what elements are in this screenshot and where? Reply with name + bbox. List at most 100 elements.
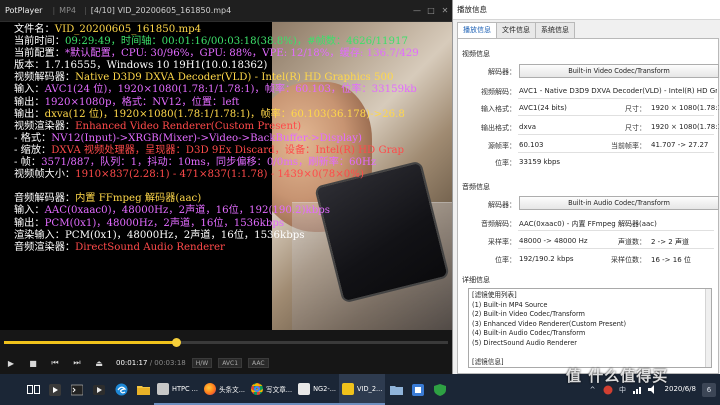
title-separator: | (52, 6, 56, 15)
bitrate-label: 位率： (495, 159, 516, 167)
network-icon-glyph (632, 387, 641, 394)
input-size-label: 尺寸： (625, 105, 646, 113)
stop-icon[interactable]: ■ (22, 356, 44, 370)
osd-line-audio-renderer: 音频渲染器：DirectSound Audio Renderer (14, 241, 225, 253)
panel-tabs: 播放信息 文件信息 系统信息 (457, 22, 575, 39)
folder-icon (136, 386, 150, 395)
hw-decode-badge[interactable]: H/W (191, 358, 213, 368)
previous-icon[interactable]: ⏮ (44, 356, 66, 370)
notification-badge[interactable]: 6 (702, 382, 716, 397)
taskbar-app-label: VID_2... (357, 384, 383, 393)
taskbar-clock[interactable]: 2020/6/8 (665, 385, 696, 394)
window-controls: — □ ✕ (410, 6, 452, 15)
audio-codec-value: AAC(0xaac0) - 内置 FFmpeg 解码器(aac) (519, 220, 657, 228)
taskbar-app-label: HTPC ... (172, 384, 198, 393)
volume-icon[interactable] (647, 385, 659, 395)
osd-line-audio-render-input: 渲染输入：PCM(0x1)，48000Hz，2声道，16位，1536kbps (14, 229, 305, 241)
detail-line: [滤镜使用列表] (472, 291, 517, 299)
video-decoder-label: 解码器： (488, 68, 516, 76)
detail-line: (2) Built-in Video Codec/Transform (472, 310, 585, 319)
time-separator: / (149, 359, 153, 367)
tray-app-icon[interactable] (602, 385, 614, 395)
osd-line-video-input: 输入：AVC1(24 位)，1920×1080(1.78:1/1.78:1)，帧… (14, 84, 417, 96)
network-icon[interactable] (632, 385, 644, 395)
taskbar-app-ng2[interactable]: NG2-... (295, 374, 340, 405)
current-fps-label: 当前帧率： (611, 142, 646, 150)
window-title: [4/10] VID_20200605_161850.mp4 (90, 6, 232, 15)
audio-decoder-button[interactable]: Built-in Audio Codec/Transform (519, 196, 719, 210)
video-decoder-button[interactable]: Built-in Video Codec/Transform (519, 64, 719, 78)
taskbar-pin-security[interactable] (429, 374, 451, 405)
input-size-value: 1920 × 1080(1.78:1) (651, 104, 719, 112)
potplayer-icon (342, 382, 355, 395)
taskbar-pin-edge[interactable] (110, 374, 132, 405)
taskbar-pin-player[interactable] (88, 374, 110, 405)
ime-indicator[interactable]: 中 (617, 385, 629, 395)
seek-bar-handle[interactable] (172, 338, 182, 347)
video-area[interactable]: 文件名：VID_20200605_161850.mp4 当前时间：09:29:4… (0, 22, 452, 330)
output-size-label: 尺寸： (625, 124, 646, 132)
osd-line-spacer (14, 181, 452, 193)
detail-line: (3) Enhanced Video Renderer(Custom Prese… (472, 319, 627, 328)
source-fps-value: 60.103 (519, 141, 544, 149)
detail-line: (4) Built-in Audio Codec/Transform (472, 329, 586, 338)
panel-title: 播放信息 (453, 0, 720, 20)
tab-system-info[interactable]: 系统信息 (535, 22, 575, 38)
audio-codec-label: 音频解码： (481, 220, 516, 228)
detail-textbox[interactable]: [滤镜使用列表] (1) Built-in MP4 Source (2) Bui… (468, 288, 712, 368)
osd-line-filename: 文件名：VID_20200605_161850.mp4 (14, 24, 202, 35)
audio-bitrate-value: 192/190.2 kbps (519, 255, 574, 263)
sample-rate-value: 48000 -> 48000 Hz (519, 237, 588, 245)
video-codec-badge[interactable]: AVC1 (218, 358, 243, 368)
taskbar-app-vid[interactable]: VID_2... (339, 374, 386, 405)
osd-line-video-output2: 输出：dxva(12 位)，1920×1080(1.78:1/1.78:1)，帧… (14, 108, 405, 120)
seek-bar[interactable] (4, 338, 448, 347)
maximize-icon[interactable]: □ (424, 6, 438, 15)
clock-date: 2020/6/8 (664, 385, 696, 393)
folder-icon (389, 386, 403, 395)
play-icon[interactable]: ▶ (0, 356, 22, 370)
current-fps-value: 41.707 -> 27.27 (651, 141, 709, 149)
audio-codec-badge[interactable]: AAC (248, 358, 269, 368)
next-icon[interactable]: ⏭ (66, 356, 88, 370)
osd-line-time: 当前时间：09:29:49，时间轴：00:01:16/00:03:18(38.8… (14, 36, 408, 48)
task-view-icon (26, 385, 40, 394)
taskbar-app-firefox[interactable]: 头条文... (200, 374, 249, 405)
taskbar-pin-explorer[interactable] (132, 374, 154, 405)
channels-value: 2 -> 2 声道 (651, 238, 689, 246)
task-view-button[interactable] (22, 374, 44, 405)
tab-playback-info[interactable]: 播放信息 (457, 22, 497, 39)
sample-bits-label: 采样位数： (611, 256, 646, 264)
tray-overflow-icon[interactable]: ^ (587, 385, 599, 395)
media-player-icon (49, 383, 61, 396)
minimize-icon[interactable]: — (410, 6, 424, 15)
tool-icon (412, 383, 425, 396)
close-icon[interactable]: ✕ (438, 6, 452, 15)
app-menu-button[interactable]: PotPlayer (0, 6, 48, 15)
shield-icon (434, 383, 447, 396)
tray-app-icon-glyph (603, 385, 613, 394)
start-button[interactable] (0, 374, 22, 405)
tab-file-info[interactable]: 文件信息 (496, 22, 536, 38)
output-format-value: dxva (519, 123, 537, 131)
taskbar-pin-console[interactable] (66, 374, 88, 405)
taskbar-app-chrome[interactable]: 写文章... (248, 374, 296, 405)
taskbar-pin-media[interactable] (44, 374, 66, 405)
player-titlebar: PotPlayer | MP4 | [4/10] VID_20200605_16… (0, 0, 452, 22)
seek-bar-fill (4, 341, 177, 344)
detail-scrollbar[interactable] (705, 289, 711, 367)
osd-line-video-renderer: 视频渲染器：Enhanced Video Renderer(Custom Pre… (14, 120, 302, 132)
edge-icon (115, 383, 127, 396)
source-fps-label: 源帧率： (488, 142, 516, 150)
divider (518, 115, 714, 116)
taskbar-app-htpc[interactable]: HTPC ... (154, 374, 201, 405)
chrome-icon (251, 382, 264, 395)
current-time: 00:01:17 (116, 359, 148, 367)
taskbar-pin-folder[interactable] (385, 374, 407, 405)
audio-decoder-label: 解码器： (488, 201, 516, 209)
input-format-value: AVC1(24 bits) (519, 104, 567, 112)
playback-controls: ▶ ■ ⏮ ⏭ ⏏ 00:01:17 / 00:03:18 H/W AVC1 A… (0, 330, 452, 374)
taskbar-pin-tool[interactable] (407, 374, 429, 405)
sample-rate-label: 采样率： (488, 238, 516, 246)
eject-icon[interactable]: ⏏ (88, 356, 110, 370)
